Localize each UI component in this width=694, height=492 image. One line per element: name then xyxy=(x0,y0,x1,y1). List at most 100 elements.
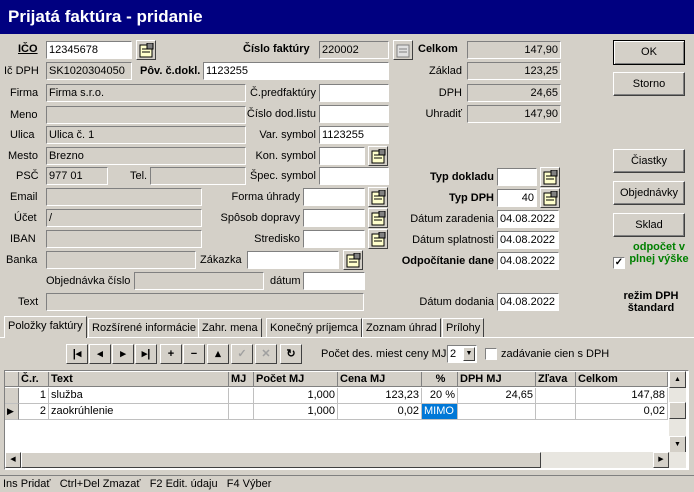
grid-header-cena[interactable]: Cena MJ xyxy=(338,372,422,387)
storno-button[interactable]: Storno xyxy=(613,72,685,96)
scroll-up-icon[interactable]: ▲ xyxy=(669,371,686,388)
forma-uhrady-field[interactable] xyxy=(303,188,365,206)
grid-header-mj[interactable]: MJ xyxy=(229,372,254,387)
table-row-cell[interactable]: služba xyxy=(49,388,229,404)
table-row-cell[interactable] xyxy=(229,404,254,420)
kon-symbol-lookup-button[interactable] xyxy=(368,146,388,166)
table-row-cell[interactable] xyxy=(458,404,536,420)
datum-dodania-field[interactable]: 04.08.2022 xyxy=(497,293,559,311)
table-row-cell[interactable]: 2 xyxy=(19,404,49,420)
stredisko-lookup-button[interactable] xyxy=(368,229,388,249)
table-row-cell[interactable]: zaokrúhlenie xyxy=(49,404,229,420)
check-icon[interactable]: ✓ xyxy=(231,344,253,364)
table-row-cell[interactable] xyxy=(536,388,576,404)
ico-lookup-button[interactable] xyxy=(136,40,156,60)
objednavky-button[interactable]: Objednávky xyxy=(613,181,685,205)
plus-icon[interactable]: + xyxy=(160,344,182,364)
cislo-faktury-button[interactable] xyxy=(393,40,413,60)
cancel-icon[interactable]: ✕ xyxy=(255,344,277,364)
zadavanie-checkbox[interactable] xyxy=(485,348,497,360)
pov-cdokl-field[interactable]: 1123255 xyxy=(203,62,389,80)
banka-field[interactable] xyxy=(46,251,196,269)
table-row-cell[interactable]: 123,23 xyxy=(338,388,422,404)
dodlistu-field[interactable] xyxy=(319,105,389,123)
kon-symbol-field[interactable] xyxy=(319,147,365,165)
grid-header-dph[interactable]: DPH MJ xyxy=(458,372,536,387)
iban-field[interactable] xyxy=(46,230,202,248)
cislo-faktury-field[interactable]: 220002 xyxy=(319,41,389,59)
ico-label: IČO xyxy=(18,43,38,55)
cislo-faktury-label: Číslo faktúry xyxy=(243,43,310,55)
table-row-cell[interactable]: 24,65 xyxy=(458,388,536,404)
typ-dokladu-field[interactable] xyxy=(497,168,537,186)
tel-field[interactable] xyxy=(150,167,246,185)
ok-button[interactable]: OK xyxy=(613,40,685,65)
tab-prilohy[interactable]: Prílohy xyxy=(442,318,485,337)
typ-dokladu-lookup-button[interactable] xyxy=(540,167,560,187)
grid-header-percent[interactable]: % xyxy=(422,372,458,387)
up-icon[interactable]: ▴ xyxy=(207,344,229,364)
meno-field[interactable] xyxy=(46,106,246,124)
zakazka-lookup-button[interactable] xyxy=(343,250,363,270)
firma-field[interactable]: Firma s.r.o. xyxy=(46,84,246,102)
vertical-scroll-thumb[interactable] xyxy=(669,402,686,419)
chevron-down-icon[interactable]: ▼ xyxy=(463,347,475,361)
tab-zahr-mena[interactable]: Zahr. mena xyxy=(198,318,262,337)
typ-dph-field[interactable]: 40 xyxy=(497,189,537,207)
zakazka-field[interactable] xyxy=(247,251,339,269)
table-row-cell[interactable]: 1,000 xyxy=(254,404,338,420)
tab-konecny-prijemca[interactable]: Konečný príjemca xyxy=(266,318,363,337)
table-row-cell[interactable]: 0,02 xyxy=(338,404,422,420)
table-row-cell[interactable] xyxy=(229,388,254,404)
selected-cell[interactable]: MIMO xyxy=(422,404,458,420)
sposob-dopravy-lookup-button[interactable] xyxy=(368,208,388,228)
odpocitanie-field[interactable]: 04.08.2022 xyxy=(497,252,559,270)
text-field[interactable] xyxy=(46,293,364,311)
mesto-field[interactable]: Brezno xyxy=(46,147,246,165)
tab-rozsirene[interactable]: Rozšírené informácie xyxy=(88,318,200,337)
prev-icon[interactable]: ◂ xyxy=(89,344,111,364)
table-row-cell[interactable]: 1,000 xyxy=(254,388,338,404)
table-row-cell[interactable] xyxy=(536,404,576,420)
grid-header-cr[interactable]: Č.r. xyxy=(19,372,49,387)
sposob-dopravy-field[interactable] xyxy=(303,209,365,227)
tab-zoznam-uhrad[interactable]: Zoznam úhrad xyxy=(362,318,441,337)
ico-field[interactable]: 12345678 xyxy=(46,41,132,59)
ucet-field[interactable]: / xyxy=(46,209,202,227)
datum-zaradenia-field[interactable]: 04.08.2022 xyxy=(497,210,559,228)
spec-symbol-field[interactable] xyxy=(319,167,389,185)
datum-splatnosti-field[interactable]: 04.08.2022 xyxy=(497,231,559,249)
email-field[interactable] xyxy=(46,188,202,206)
predfaktury-field[interactable] xyxy=(319,84,389,102)
var-symbol-field[interactable]: 1123255 xyxy=(319,126,389,144)
odpocet-checkbox[interactable]: ✓ xyxy=(613,257,625,269)
tab-polozky[interactable]: Položky faktúry xyxy=(4,316,87,338)
psc-field[interactable]: 977 01 xyxy=(46,167,108,185)
last-icon[interactable]: ▸| xyxy=(135,344,157,364)
objednavka-field[interactable] xyxy=(134,272,264,290)
grid-header-zlava[interactable]: Zľava xyxy=(536,372,576,387)
forma-uhrady-lookup-button[interactable] xyxy=(368,187,388,207)
first-icon[interactable]: |◂ xyxy=(66,344,88,364)
minus-icon[interactable]: − xyxy=(183,344,205,364)
scroll-right-icon[interactable]: ▶ xyxy=(653,452,669,468)
icdph-field[interactable]: SK1020304050 xyxy=(46,62,132,80)
ulica-field[interactable]: Ulica č. 1 xyxy=(46,126,246,144)
refresh-icon[interactable]: ↻ xyxy=(280,344,302,364)
sklad-button[interactable]: Sklad xyxy=(613,213,685,237)
grid-header-pocet[interactable]: Počet MJ xyxy=(254,372,338,387)
scroll-down-icon[interactable]: ▼ xyxy=(669,436,686,453)
table-row-cell[interactable]: 0,02 xyxy=(576,404,668,420)
ciastky-button[interactable]: Čiastky xyxy=(613,149,685,173)
horizontal-scroll-thumb[interactable] xyxy=(21,452,541,468)
scroll-left-icon[interactable]: ◀ xyxy=(5,452,21,468)
table-row-cell[interactable]: 1 xyxy=(19,388,49,404)
table-row-cell[interactable]: 147,88 xyxy=(576,388,668,404)
table-row-cell[interactable]: 20 % xyxy=(422,388,458,404)
datum-field[interactable] xyxy=(303,272,365,290)
typ-dph-lookup-button[interactable] xyxy=(540,188,560,208)
next-icon[interactable]: ▸ xyxy=(112,344,134,364)
grid-header-text[interactable]: Text xyxy=(49,372,229,387)
stredisko-field[interactable] xyxy=(303,230,365,248)
grid-header-celkom[interactable]: Celkom xyxy=(576,372,668,387)
